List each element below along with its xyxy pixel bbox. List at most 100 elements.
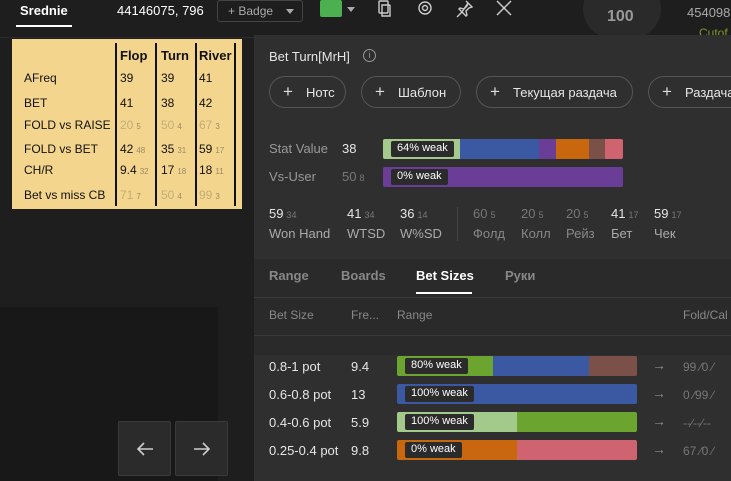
info-icon[interactable]: i (363, 49, 376, 62)
mini-stat-divider (457, 207, 458, 241)
current-hand-button[interactable]: + Текущая раздача (476, 76, 633, 108)
color-swatch[interactable] (320, 0, 342, 17)
bet-size-range-bar[interactable]: 100% weak (397, 412, 637, 432)
other-player-id: 454098 (687, 5, 731, 20)
vs-user-label: Vs-User (269, 169, 316, 184)
hud-cell: 9.4 32 (120, 163, 149, 177)
bet-size-frequency: 9.8 (351, 443, 370, 458)
badge-dropdown[interactable]: + Badge (217, 0, 303, 22)
chevron-down-icon (286, 9, 294, 14)
col-header-fold-call[interactable]: Fold/Cal (683, 308, 728, 322)
tab-boards[interactable]: Boards (341, 268, 386, 283)
columns-separator (254, 335, 731, 336)
hud-row-label: FOLD vs BET (24, 142, 99, 156)
vs-user-tag: 0% weak (391, 169, 448, 185)
color-chevron-down-icon[interactable] (347, 7, 355, 12)
template-button[interactable]: + Шаблон (361, 76, 461, 108)
hud-cell: 39 (161, 71, 175, 85)
hud-divider (234, 43, 236, 206)
tab-hands[interactable]: Руки (505, 268, 535, 283)
tab-bet-sizes[interactable]: Bet Sizes (416, 268, 474, 283)
player-id: 44146075, 796 (117, 3, 204, 18)
col-header-bet-size[interactable]: Bet Size (269, 308, 314, 322)
bet-size-range-bar[interactable]: 100% weak (397, 384, 637, 404)
col-header-range[interactable]: Range (397, 308, 432, 322)
arrow-left-icon (136, 442, 153, 456)
hud-divider (195, 43, 197, 206)
hud-cell: 39 (120, 71, 134, 85)
bet-size-frequency: 9.4 (351, 359, 370, 374)
bet-size-label: 0.25-0.4 pot (269, 443, 339, 458)
bet-size-label: 0.8-1 pot (269, 359, 321, 374)
hud-cell: 99 3 (199, 188, 220, 202)
stat-value-bar[interactable]: 64% weak (383, 139, 623, 159)
next-button[interactable] (175, 421, 228, 476)
bet-size-range-bar[interactable]: 0% weak (397, 440, 637, 460)
hud-row-label: Bet vs miss CB (24, 188, 106, 202)
stat-value: 38 (342, 141, 357, 156)
bet-size-tag: 100% weak (405, 414, 474, 430)
player-name[interactable]: Srednie (16, 3, 72, 27)
tab-range[interactable]: Range (269, 268, 309, 283)
hud-row-label: AFreq (24, 71, 57, 85)
arrow-right-icon: → (652, 357, 666, 373)
hud-col-flop: Flop (120, 48, 148, 63)
bet-size-tag: 0% weak (405, 442, 462, 458)
arrow-right-icon: → (652, 441, 666, 457)
hud-divider (155, 43, 157, 206)
plus-icon: + (375, 82, 385, 101)
pin-icon[interactable] (456, 0, 474, 18)
arrow-right-icon (194, 442, 211, 456)
hud-cell: 41 (120, 96, 134, 110)
bet-size-range-bar[interactable]: 80% weak (397, 356, 637, 376)
close-icon[interactable] (495, 0, 513, 18)
bet-size-tag: 100% weak (405, 386, 474, 402)
popup-title: Bet Turn[MrH] (269, 49, 350, 64)
arrow-right-icon: → (652, 385, 666, 401)
hud-cell: 20 5 (120, 118, 141, 132)
badge-label: + Badge (228, 4, 274, 18)
bet-size-label: 0.6-0.8 pot (269, 387, 332, 402)
mini-stat-check: 59 17 Чек (654, 206, 682, 241)
gear-icon[interactable] (416, 0, 434, 18)
plus-icon: + (490, 82, 500, 101)
vs-user-bar[interactable]: 0% weak (383, 167, 623, 187)
bet-size-frequency: 13 (351, 387, 366, 402)
fold-call-values: 99 ∕0 ∕ (683, 360, 714, 374)
hud-cell: 17 18 (161, 163, 187, 177)
hud-stat-table: Flop Turn River AFreq 39 39 41 BET 41 38… (12, 39, 242, 209)
hud-cell: 18 11 (199, 163, 224, 177)
hud-cell: 42 (199, 96, 213, 110)
hud-col-river: River (199, 48, 232, 63)
hud-row-label: CH/R (24, 163, 54, 177)
fold-call-values: 67 ∕0 ∕ (683, 444, 714, 458)
mini-stat-call: 20 5 Колл (521, 206, 551, 241)
hud-cell: 59 17 (199, 142, 225, 156)
hud-cell: 67 3 (199, 118, 220, 132)
bet-size-label: 0.4-0.6 pot (269, 415, 332, 430)
mini-stat-bet: 41 17 Бет (611, 206, 639, 241)
hud-cell: 35 31 (161, 142, 187, 156)
stat-popup: Bet Turn[MrH] i + Нотс + Шаблон + Текущая р… (254, 35, 731, 481)
hud-cell: 71 7 (120, 188, 141, 202)
fold-call-values: 0 ∕99 ∕ (683, 388, 714, 402)
plus-icon: + (283, 82, 293, 101)
hud-cell: 50 4 (161, 118, 182, 132)
prev-button[interactable] (118, 421, 171, 476)
hand-button[interactable]: + Раздача (648, 76, 731, 108)
tabs-header (254, 259, 731, 355)
bet-size-frequency: 5.9 (351, 415, 370, 430)
stat-value-tag: 64% weak (391, 141, 454, 157)
col-header-frequency[interactable]: Fre... (351, 308, 379, 322)
vs-user-value: 50 8 (342, 169, 365, 184)
copy-icon[interactable] (376, 0, 394, 18)
hud-col-turn: Turn (161, 48, 189, 63)
mini-stat-raise: 20 5 Рейз (566, 206, 595, 241)
hud-row-label: FOLD vs RAISE (24, 118, 111, 132)
top-bar: Srednie 44146075, 796 + Badge (0, 0, 524, 38)
hud-divider (115, 43, 117, 206)
fold-call-values: --∕--∕-- (683, 416, 711, 430)
hud-cell: 50 4 (161, 188, 182, 202)
active-tab-underline (416, 292, 472, 294)
notes-button[interactable]: + Нотс (269, 76, 346, 108)
